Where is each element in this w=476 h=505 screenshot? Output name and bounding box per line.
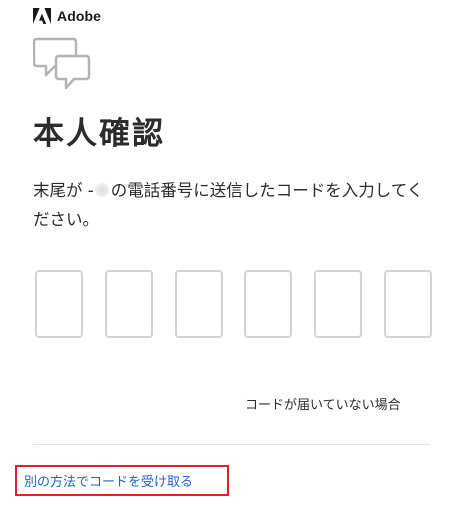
- instruction-text: 末尾が - の電話番号に送信したコードを入力してください。: [33, 176, 438, 234]
- code-digit-4-input[interactable]: [244, 270, 293, 338]
- code-digit-6-input[interactable]: [383, 270, 432, 338]
- other-method-link[interactable]: 別の方法でコードを受け取る: [15, 465, 229, 496]
- code-not-received-link[interactable]: コードが届いていない場合: [245, 397, 401, 415]
- brand-name: Adobe: [57, 8, 102, 24]
- code-digit-5-input[interactable]: [314, 270, 363, 338]
- masked-phone-number: [94, 183, 109, 197]
- divider: [33, 444, 430, 445]
- code-digit-2-input[interactable]: [104, 270, 153, 338]
- page-title: 本人確認: [33, 116, 165, 152]
- verification-code-inputs: [35, 270, 432, 338]
- adobe-logo-icon: [33, 8, 51, 24]
- speech-bubbles-icon: [32, 36, 91, 92]
- code-digit-3-input[interactable]: [174, 270, 223, 338]
- code-digit-1-input[interactable]: [35, 270, 83, 338]
- identity-verification-page: Adobe 本人確認 末尾が - の電話番号に送信したコードを入力してください。 …: [0, 0, 476, 505]
- instruction-text-start: 末尾が -: [33, 181, 94, 200]
- brand-header: Adobe: [33, 7, 101, 25]
